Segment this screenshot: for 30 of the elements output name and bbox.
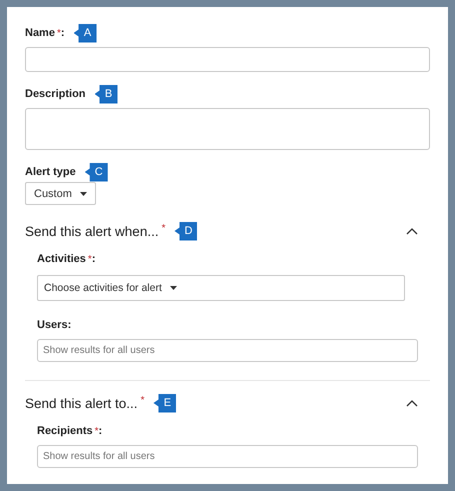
label-colon: : [92,253,96,265]
dropdown[interactable]: Custom [25,182,96,205]
collapse-icon[interactable] [406,400,418,406]
field-label: Activities [37,253,86,265]
field-label: Alert type [25,166,76,178]
section-title: Send this alert when... [25,224,159,238]
required-mark: * [88,254,92,264]
required-mark: * [162,223,166,234]
text-field[interactable]: Show results for all users [37,445,418,468]
dropdown[interactable]: Choose activities for alert [37,275,405,301]
callout-badge: D [174,222,198,240]
label-colon: : [60,27,65,39]
text-field[interactable]: Show results for all users [37,339,418,362]
callout-badge: E [153,394,176,412]
text-field[interactable] [25,47,430,72]
callout-badge: C [84,162,108,182]
callout-badge: B [94,84,118,104]
field-label: Description [25,88,86,100]
field-label: Recipients [37,425,93,437]
collapse-icon[interactable] [406,228,418,234]
field-label: Users: [37,319,72,331]
required-mark: * [94,426,99,436]
section-title: Send this alert to... [25,396,138,410]
required-mark: * [140,395,144,406]
required-mark: * [56,28,61,38]
callout-badge: A [74,24,97,42]
field-label: Name [25,27,55,39]
label-colon: : [98,425,102,437]
caret-icon [170,286,177,290]
caret-icon [80,192,87,196]
